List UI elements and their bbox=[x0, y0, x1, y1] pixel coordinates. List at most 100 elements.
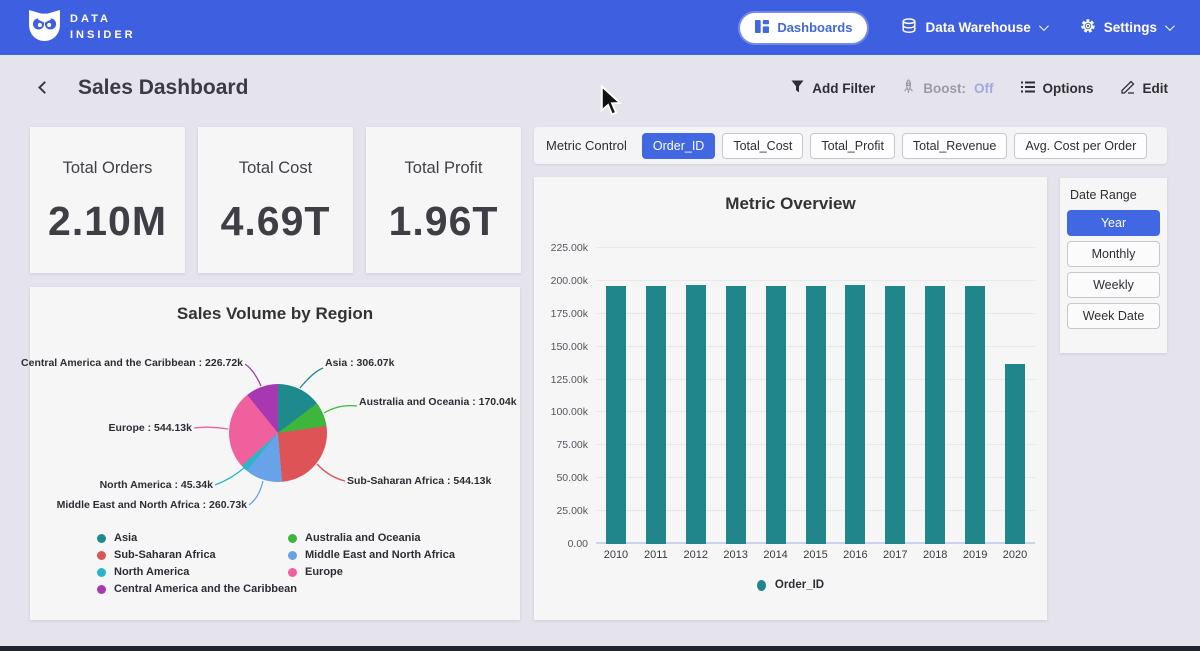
bar-2011 bbox=[646, 286, 666, 544]
metric-option-total-revenue[interactable]: Total_Revenue bbox=[902, 133, 1007, 159]
pie-label-europe: Europe : 544.13k bbox=[109, 422, 192, 434]
pie-legend-item-europe: Europe bbox=[288, 566, 455, 578]
date-range-label: Date Range bbox=[1070, 188, 1160, 202]
gridline bbox=[596, 247, 1035, 248]
metric-control-bar: Metric Control Order_ID Total_Cost Total_P… bbox=[534, 127, 1167, 164]
bar-chart-plot: 0.0025.00k50.00k75.00k100.00k125.00k150.… bbox=[596, 248, 1035, 544]
bar-2010 bbox=[606, 286, 626, 544]
nav-data-warehouse[interactable]: Data Warehouse bbox=[901, 18, 1045, 37]
x-axis-label: 2011 bbox=[636, 549, 676, 561]
pie-chart-title: Sales Volume by Region bbox=[30, 287, 520, 324]
date-range-option-monthly[interactable]: Monthly bbox=[1067, 241, 1160, 267]
bar-2019 bbox=[965, 286, 985, 544]
nav-settings-label: Settings bbox=[1104, 20, 1157, 35]
y-axis-tick: 200.00k bbox=[540, 275, 588, 287]
bar-2018 bbox=[925, 286, 945, 544]
pie-legend-label: Australia and Oceania bbox=[305, 532, 421, 544]
brand-logo[interactable]: DATA INSIDER bbox=[28, 9, 136, 47]
pie-label-sub-saharan-africa: Sub-Saharan Africa : 544.13k bbox=[347, 475, 491, 487]
bar-2017 bbox=[885, 286, 905, 544]
boost-toggle[interactable]: Boost: Off bbox=[902, 79, 993, 97]
y-axis-tick: 150.00k bbox=[540, 341, 588, 353]
x-axis-label: 2016 bbox=[835, 549, 875, 561]
legend-dot bbox=[288, 551, 297, 560]
dashboards-grid-icon bbox=[755, 20, 769, 36]
y-axis-tick: 100.00k bbox=[540, 406, 588, 418]
legend-dot bbox=[288, 534, 297, 543]
bar-chart-title: Metric Overview bbox=[534, 177, 1047, 214]
brand-line1: DATA bbox=[70, 12, 136, 28]
top-nav-menu: Dashboards Data Warehouse bbox=[740, 13, 1172, 43]
header-actions: Add Filter Boost: Off bbox=[791, 79, 1168, 97]
legend-dot bbox=[97, 551, 106, 560]
date-range-card: Date Range Year Monthly Weekly Week Date bbox=[1060, 178, 1167, 353]
brand-line2: INSIDER bbox=[70, 28, 136, 44]
kpi-value: 1.96T bbox=[389, 198, 499, 245]
legend-label: Order_ID bbox=[775, 579, 824, 591]
kpi-label: Total Cost bbox=[239, 159, 312, 178]
y-axis-tick: 0.00 bbox=[540, 538, 588, 550]
metric-option-avg-cost-per-order[interactable]: Avg. Cost per Order bbox=[1014, 133, 1147, 159]
pie-legend-item-north-america: North America bbox=[97, 566, 297, 578]
legend-dot bbox=[97, 585, 106, 594]
edit-label: Edit bbox=[1143, 81, 1169, 96]
top-nav: DATA INSIDER Dashboards bbox=[0, 0, 1200, 55]
metric-option-total-cost[interactable]: Total_Cost bbox=[722, 133, 803, 159]
pie-label-asia: Asia : 306.07k bbox=[325, 357, 394, 369]
legend-dot bbox=[97, 568, 106, 577]
x-axis-label: 2010 bbox=[596, 549, 636, 561]
date-range-buttons: Year Monthly Weekly Week Date bbox=[1067, 210, 1160, 329]
legend-dot bbox=[97, 534, 106, 543]
nav-settings[interactable]: Settings bbox=[1080, 18, 1172, 37]
legend-dot bbox=[757, 580, 766, 591]
rocket-icon bbox=[902, 79, 915, 97]
chevron-down-icon bbox=[1165, 21, 1175, 31]
y-axis-tick: 225.00k bbox=[540, 242, 588, 254]
kpi-value: 2.10M bbox=[48, 198, 167, 245]
pie-legend-column-2: Australia and OceaniaMiddle East and Nor… bbox=[288, 532, 455, 578]
filter-funnel-icon bbox=[791, 80, 804, 96]
pie-legend-label: Sub-Saharan Africa bbox=[114, 549, 216, 561]
x-axis-label: 2013 bbox=[716, 549, 756, 561]
pie-label-australia-and-oceania: Australia and Oceania : 170.04k bbox=[359, 396, 517, 408]
date-range-option-weekly[interactable]: Weekly bbox=[1067, 272, 1160, 298]
app-root: DATA INSIDER Dashboards bbox=[0, 0, 1200, 651]
gridline bbox=[596, 280, 1035, 281]
chevron-left-icon bbox=[38, 81, 51, 94]
y-axis-tick: 50.00k bbox=[540, 472, 588, 484]
metric-control-label: Metric Control bbox=[546, 138, 627, 153]
options-button[interactable]: Options bbox=[1021, 81, 1094, 96]
x-axis-label: 2018 bbox=[915, 549, 955, 561]
list-options-icon bbox=[1021, 81, 1035, 96]
bar-2015 bbox=[806, 286, 826, 544]
pencil-icon bbox=[1121, 80, 1135, 97]
database-icon bbox=[901, 18, 917, 37]
boost-value: Off bbox=[974, 81, 994, 96]
pie-legend-label: Central America and the Caribbean bbox=[114, 583, 297, 595]
add-filter-button[interactable]: Add Filter bbox=[791, 80, 875, 96]
x-axis-labels: 2010201120122013201420152016201720182019… bbox=[596, 549, 1035, 561]
kpi-label: Total Profit bbox=[405, 159, 483, 178]
kpi-value: 4.69T bbox=[221, 198, 331, 245]
nav-dashboards-label: Dashboards bbox=[777, 20, 852, 35]
x-axis-label: 2015 bbox=[796, 549, 836, 561]
pie-chart bbox=[229, 384, 327, 482]
metric-option-order-id[interactable]: Order_ID bbox=[642, 133, 715, 159]
x-axis-label: 2020 bbox=[995, 549, 1035, 561]
back-button[interactable] bbox=[32, 75, 58, 101]
pie-legend-label: Asia bbox=[114, 532, 137, 544]
y-axis-tick: 75.00k bbox=[540, 439, 588, 451]
pie-legend-item-sub-saharan-africa: Sub-Saharan Africa bbox=[97, 549, 297, 561]
kpi-card-total-profit: Total Profit 1.96T bbox=[366, 127, 521, 273]
pie-label-central-america-and-the-caribbean: Central America and the Caribbean : 226.… bbox=[21, 357, 243, 369]
nav-dashboards-button[interactable]: Dashboards bbox=[740, 13, 867, 43]
gear-icon bbox=[1080, 18, 1096, 37]
footer-strip bbox=[0, 646, 1200, 651]
owl-logo-icon bbox=[28, 9, 61, 47]
y-axis-tick: 175.00k bbox=[540, 308, 588, 320]
metric-option-total-profit[interactable]: Total_Profit bbox=[810, 133, 895, 159]
date-range-option-week-date[interactable]: Week Date bbox=[1067, 303, 1160, 329]
bar-2016 bbox=[845, 285, 865, 544]
edit-button[interactable]: Edit bbox=[1121, 80, 1169, 97]
date-range-option-year[interactable]: Year bbox=[1067, 210, 1160, 236]
